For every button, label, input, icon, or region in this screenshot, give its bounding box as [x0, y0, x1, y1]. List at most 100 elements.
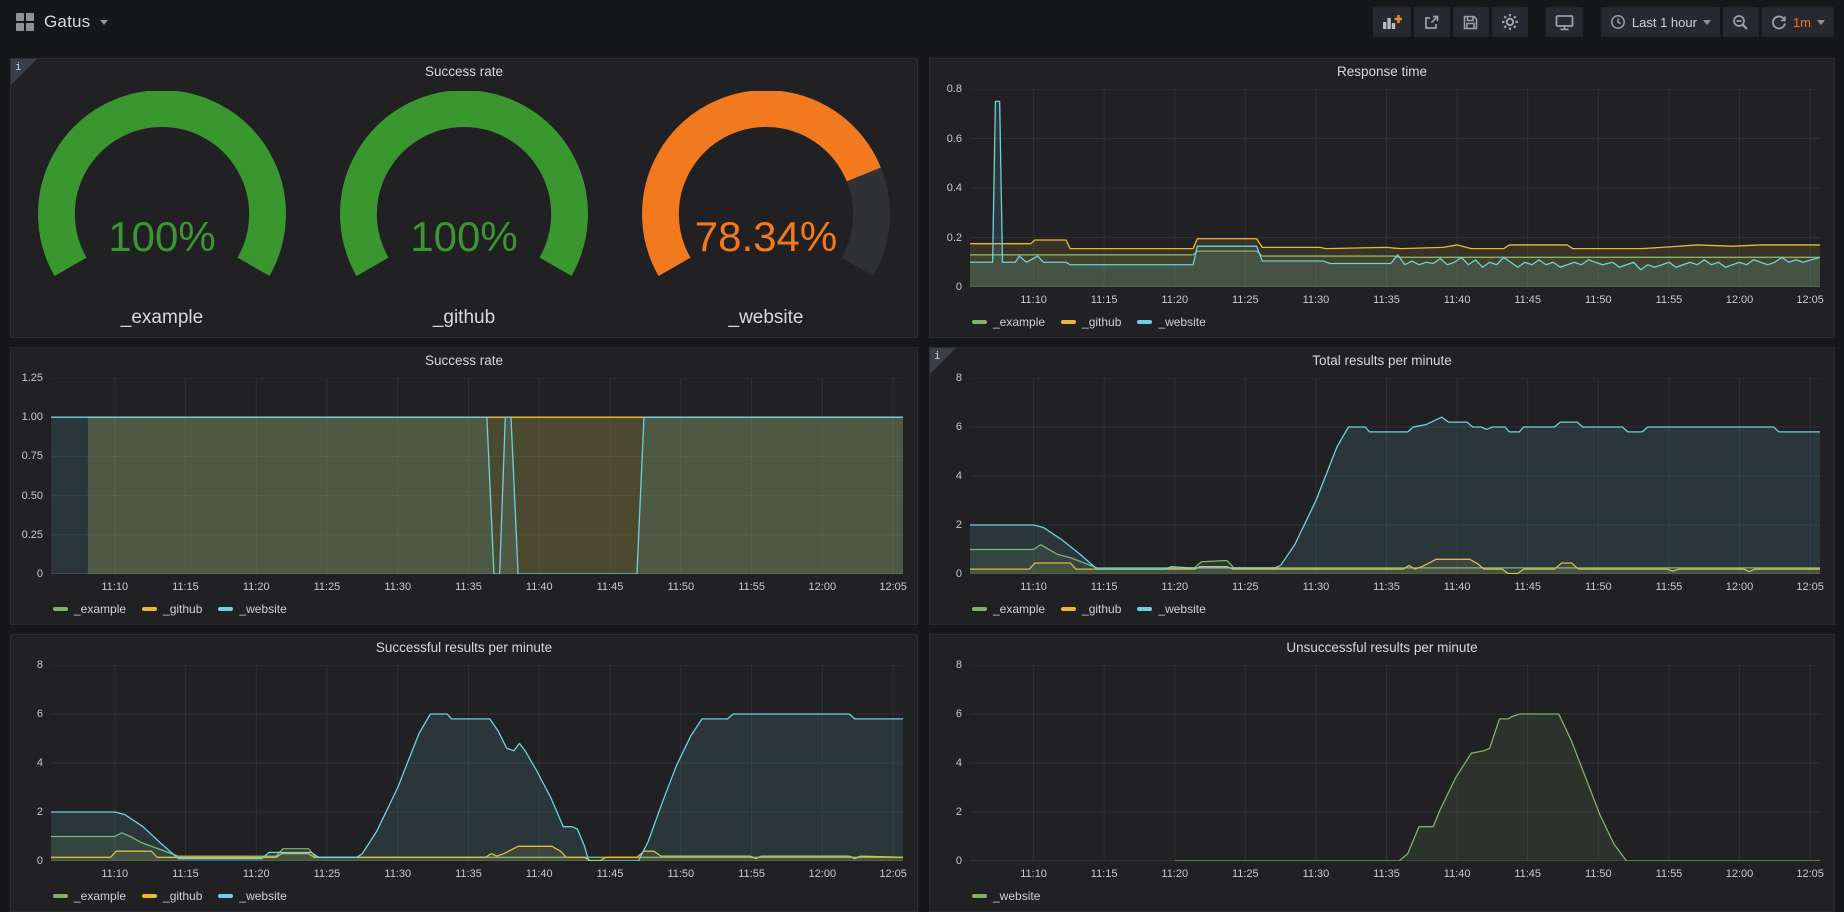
x-tick-label: 11:20: [1161, 294, 1188, 306]
gauges-row: 100% _example 100% _github 78.34% _websi…: [11, 85, 917, 333]
x-tick-label: 11:50: [1585, 868, 1612, 880]
panel-title[interactable]: Unsuccessful results per minute: [930, 640, 1834, 655]
y-tick-label: 6: [956, 421, 962, 433]
tv-mode-button[interactable]: [1546, 7, 1583, 37]
y-tick-label: 0: [37, 568, 43, 580]
x-tick-label: 11:15: [172, 581, 199, 593]
gauge-value: 100%: [314, 213, 614, 261]
legend-item-_website[interactable]: _website: [1137, 602, 1205, 616]
x-tick-label: 11:40: [1444, 581, 1471, 593]
apps-grid-icon[interactable]: [16, 13, 34, 31]
x-tick-label: 11:45: [1514, 581, 1541, 593]
x-tick-label: 11:35: [1373, 581, 1400, 593]
gauge-label: _github: [314, 307, 614, 329]
panel-title[interactable]: Success rate: [11, 64, 917, 79]
y-tick-label: 4: [37, 757, 43, 769]
x-tick-label: 11:10: [101, 868, 128, 880]
legend-item-_website[interactable]: _website: [218, 602, 286, 616]
monitor-icon: [1555, 14, 1574, 31]
total-results-chart: 02468 11:1011:1511:2011:2511:3011:3511:4…: [938, 374, 1822, 618]
y-tick-label: 1.25: [22, 372, 43, 384]
response-time-chart: 00.20.40.60.8 11:1011:1511:2011:2511:301…: [938, 85, 1822, 331]
x-tick-label: 12:00: [809, 868, 837, 880]
panel-successful-results: Successful results per minute 02468 11:1…: [10, 634, 918, 912]
x-tick-label: 12:05: [879, 868, 907, 880]
legend-item-_github[interactable]: _github: [142, 602, 202, 616]
y-tick-label: 0: [956, 568, 962, 580]
x-tick-label: 11:25: [314, 868, 341, 880]
x-tick-label: 12:05: [1796, 294, 1824, 306]
settings-button[interactable]: [1492, 7, 1528, 37]
gauge-label: _website: [616, 307, 916, 329]
y-tick-label: 0.50: [22, 490, 43, 502]
x-tick-label: 12:05: [1796, 868, 1824, 880]
panel-success-rate-timeseries: Success rate 00.250.500.751.001.25 11:10…: [10, 347, 918, 625]
zoom-out-button[interactable]: [1723, 7, 1759, 37]
x-tick-label: 11:10: [1020, 868, 1047, 880]
legend-item-_github[interactable]: _github: [142, 889, 202, 903]
plot-area[interactable]: [970, 378, 1820, 574]
x-tick-label: 11:15: [172, 868, 199, 880]
y-tick-label: 0.8: [947, 83, 962, 95]
x-tick-label: 11:35: [455, 581, 482, 593]
x-tick-label: 11:50: [667, 581, 694, 593]
save-button[interactable]: [1453, 7, 1489, 37]
x-tick-label: 11:55: [1656, 581, 1683, 593]
gauge-_website: 78.34% _website: [616, 85, 916, 331]
panel-unsuccessful-results: Unsuccessful results per minute 02468 11…: [929, 634, 1835, 912]
x-tick-label: 11:30: [1303, 581, 1330, 593]
dashboard-title[interactable]: Gatus: [44, 12, 90, 32]
save-icon: [1462, 14, 1479, 31]
panel-title[interactable]: Successful results per minute: [11, 640, 917, 655]
success-rate-chart: 00.250.500.751.001.25 11:1011:1511:2011:…: [19, 374, 905, 618]
y-tick-label: 1.00: [22, 411, 43, 423]
legend-item-_website[interactable]: _website: [1137, 315, 1205, 329]
time-range-picker[interactable]: Last 1 hour: [1601, 7, 1720, 37]
panel-title[interactable]: Response time: [930, 64, 1834, 79]
x-tick-label: 11:55: [1656, 294, 1683, 306]
y-tick-label: 8: [956, 659, 962, 671]
x-tick-label: 11:20: [1161, 868, 1188, 880]
plot-area[interactable]: [970, 89, 1820, 287]
x-tick-label: 11:20: [243, 868, 270, 880]
x-tick-label: 11:10: [101, 581, 128, 593]
add-panel-button[interactable]: [1373, 7, 1411, 37]
zoom-out-icon: [1732, 14, 1749, 31]
panel-success-rate-gauges: i Success rate 100% _example 100% _githu…: [10, 58, 918, 338]
plot-area[interactable]: [51, 665, 903, 861]
legend-item-_example[interactable]: _example: [53, 602, 126, 616]
plot-area[interactable]: [51, 378, 903, 574]
panel-title[interactable]: Success rate: [11, 353, 917, 368]
legend-item-_example[interactable]: _example: [53, 889, 126, 903]
x-tick-label: 11:30: [1303, 868, 1330, 880]
refresh-interval-label: 1m: [1793, 15, 1811, 30]
legend-item-_example[interactable]: _example: [972, 315, 1045, 329]
y-tick-label: 8: [956, 372, 962, 384]
x-tick-label: 11:20: [243, 581, 270, 593]
x-tick-label: 11:30: [384, 868, 411, 880]
legend-item-_github[interactable]: _github: [1061, 602, 1121, 616]
x-tick-label: 11:30: [1303, 294, 1330, 306]
legend-item-_website[interactable]: _website: [218, 889, 286, 903]
x-tick-label: 11:30: [384, 581, 411, 593]
caret-down-icon[interactable]: [100, 20, 108, 25]
time-range-label: Last 1 hour: [1632, 15, 1697, 30]
panel-total-results: i Total results per minute 02468 11:1011…: [929, 347, 1835, 625]
x-tick-label: 11:45: [597, 868, 624, 880]
x-tick-label: 11:35: [1373, 294, 1400, 306]
x-tick-label: 12:00: [1726, 294, 1754, 306]
refresh-icon: [1771, 14, 1787, 30]
unsuccessful-results-chart: 02468 11:1011:1511:2011:2511:3011:3511:4…: [938, 661, 1822, 905]
x-tick-label: 11:40: [1444, 868, 1471, 880]
panel-title[interactable]: Total results per minute: [930, 353, 1834, 368]
legend-item-_github[interactable]: _github: [1061, 315, 1121, 329]
plot-area[interactable]: [970, 665, 1820, 861]
refresh-picker[interactable]: 1m: [1762, 7, 1834, 37]
legend-item-_website[interactable]: _website: [972, 889, 1040, 903]
gear-icon: [1501, 13, 1519, 31]
x-tick-label: 12:05: [879, 581, 907, 593]
y-tick-label: 0: [37, 855, 43, 867]
legend-item-_example[interactable]: _example: [972, 602, 1045, 616]
y-tick-label: 4: [956, 757, 962, 769]
share-button[interactable]: [1414, 7, 1450, 37]
